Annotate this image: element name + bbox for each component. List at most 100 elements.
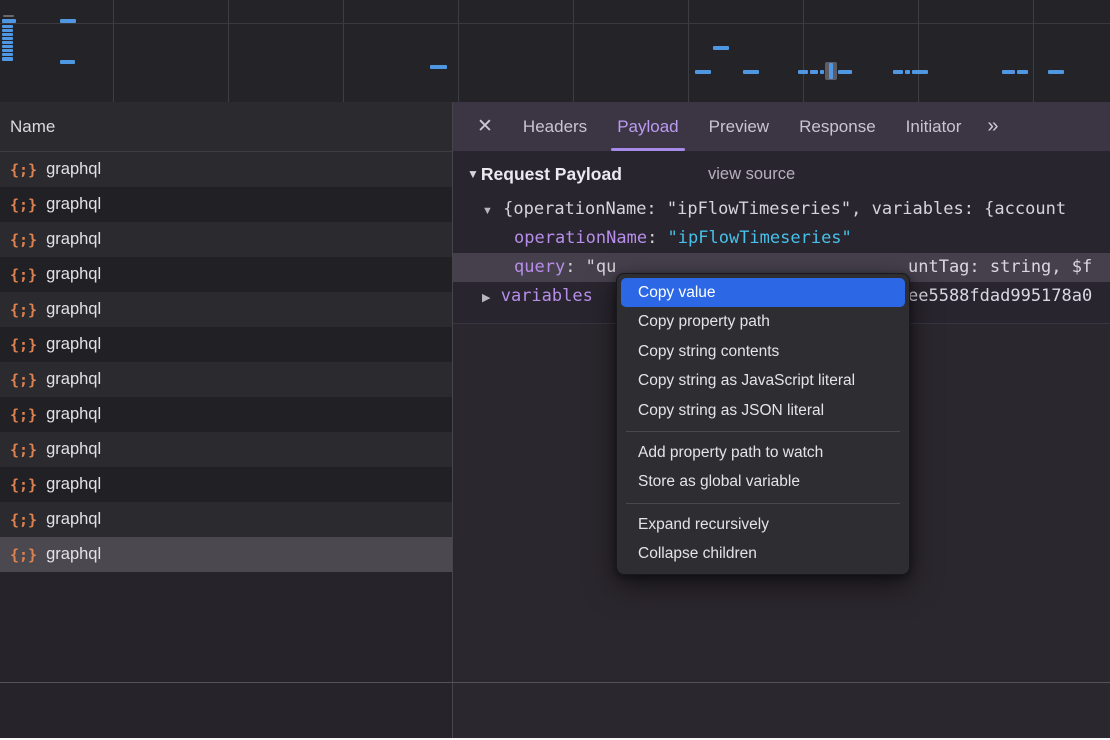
json-braces-icon: {;} [10, 301, 37, 319]
overview-request-bar [2, 53, 13, 56]
menu-item-copy-string-as-javascript-literal[interactable]: Copy string as JavaScript literal [621, 366, 905, 395]
overview-request-bar [798, 70, 808, 74]
overview-selected-tick [829, 63, 833, 79]
overview-request-bar [430, 65, 447, 69]
request-row[interactable]: {;} graphql [0, 362, 452, 397]
request-name: graphql [46, 475, 101, 494]
tab-initiator[interactable]: Initiator [906, 102, 962, 151]
overview-request-bar [2, 57, 13, 61]
request-name: graphql [46, 160, 101, 179]
view-source-link[interactable]: view source [708, 165, 795, 184]
tab-payload[interactable]: Payload [617, 102, 678, 151]
property-key: operationName [514, 228, 647, 248]
overview-gridline [573, 0, 574, 102]
request-row[interactable]: {;} graphql [0, 502, 452, 537]
request-row[interactable]: {;}graphql [0, 222, 452, 257]
request-row[interactable]: {;}graphql [0, 397, 452, 432]
section-title: Request Payload [481, 164, 622, 185]
request-name: graphql [46, 545, 101, 564]
json-braces-icon: {;} [10, 371, 37, 389]
name-column-header[interactable]: Name [10, 117, 55, 137]
overview-request-bar [1002, 70, 1015, 74]
menu-item-copy-string-as-json-literal[interactable]: Copy string as JSON literal [621, 396, 905, 425]
collapsed-triangle-icon[interactable]: ▶ [482, 284, 490, 311]
object-preview-text: {operationName: "ipFlowTimeseries", vari… [503, 199, 1066, 219]
tab-headers[interactable]: Headers [523, 102, 587, 151]
request-row[interactable]: {;} graphql [0, 292, 452, 327]
overview-request-bar [820, 70, 824, 74]
json-braces-icon: {;} [10, 441, 37, 459]
overview-request-bar [60, 60, 75, 64]
json-braces-icon: {;} [10, 336, 37, 354]
request-list: {;} graphql {;} graphql {;} graphql {;} graphql… [0, 152, 452, 572]
overview-request-bar [743, 70, 759, 74]
overview-request-bar [2, 19, 16, 23]
request-row[interactable]: {;} graphql [0, 327, 452, 362]
key-separator: : [565, 257, 585, 277]
request-name: graphql [46, 265, 101, 284]
menu-item-add-property-path-to-watch[interactable]: Add property path to watch [621, 438, 905, 467]
detail-tabbar: ✕ Headers Payload Preview Response Initiator… [453, 102, 1110, 151]
property-value-end: untTag: string, $f [908, 253, 1092, 282]
expanded-triangle-icon[interactable]: ▼ [482, 197, 493, 224]
property-key: query [514, 257, 565, 277]
request-payload-section: ▼ Request Payload view source [453, 159, 622, 189]
more-tabs-icon[interactable]: » [987, 115, 996, 138]
request-row[interactable]: {;} graphql [0, 152, 452, 187]
tab-response[interactable]: Response [799, 102, 876, 151]
property-value-string: "ipFlowTimeseries" [668, 228, 852, 248]
menu-item-store-as-global-variable[interactable]: Store as global variable [621, 467, 905, 496]
json-braces-icon: {;} [10, 161, 37, 179]
overview-request-bar [60, 19, 76, 23]
json-braces-icon: {;} [10, 266, 37, 284]
json-braces-icon: {;} [10, 546, 37, 564]
json-braces-icon: {;} [10, 231, 37, 249]
overview-gridline [343, 0, 344, 102]
overview-request-bar [2, 49, 13, 52]
menu-item-collapse-children[interactable]: Collapse children [621, 539, 905, 568]
request-name: graphql [46, 335, 101, 354]
request-row[interactable]: {;}graphql [0, 467, 452, 502]
overview-request-bar [713, 46, 729, 50]
menu-separator [626, 431, 900, 432]
request-name: graphql [46, 510, 101, 529]
overview-gridline [113, 0, 114, 102]
menu-item-copy-string-contents[interactable]: Copy string contents [621, 337, 905, 366]
menu-item-copy-value[interactable]: Copy value [621, 278, 905, 307]
request-row[interactable]: {;}graphql [0, 187, 452, 222]
context-menu: Copy valueCopy property pathCopy string … [616, 273, 910, 575]
section-collapse-icon[interactable]: ▼ [467, 167, 479, 181]
request-name: graphql [46, 405, 101, 424]
close-icon[interactable]: ✕ [477, 115, 493, 138]
overview-request-bar [905, 70, 910, 74]
overview-gridline [803, 0, 804, 102]
tree-row-object-preview[interactable]: ▼ {operationName: "ipFlowTimeseries", va… [453, 195, 1110, 224]
overview-request-bar [838, 70, 852, 74]
overview-request-bar [2, 41, 13, 44]
property-key: variables [501, 286, 593, 306]
overview-gray-bar [3, 15, 14, 17]
network-overview-timeline[interactable] [0, 0, 1110, 103]
overview-gridline [918, 0, 919, 102]
request-row[interactable]: {;}graphql [0, 432, 452, 467]
overview-request-bar [810, 70, 818, 74]
tree-row-operation-name[interactable]: operationName: "ipFlowTimeseries" [453, 224, 1110, 253]
request-row[interactable]: {;} graphql [0, 257, 452, 292]
request-name: graphql [46, 370, 101, 389]
overview-request-bar [1017, 70, 1028, 74]
menu-item-copy-property-path[interactable]: Copy property path [621, 307, 905, 336]
menu-item-expand-recursively[interactable]: Expand recursively [621, 510, 905, 539]
menu-separator [626, 503, 900, 504]
tab-preview[interactable]: Preview [709, 102, 769, 151]
request-list-empty-area [0, 572, 452, 738]
request-row[interactable]: {;} graphql [0, 537, 452, 572]
property-value-start: "qu [586, 257, 617, 277]
overview-request-bar [2, 29, 13, 32]
json-braces-icon: {;} [10, 511, 37, 529]
request-name: graphql [46, 300, 101, 319]
overview-gridline [458, 0, 459, 102]
overview-gridline [1033, 0, 1034, 102]
overview-request-bar [893, 70, 903, 74]
request-list-header[interactable]: Name [0, 102, 452, 152]
devtools-network-panel: Name ✕ Headers Payload Preview Response Init… [0, 0, 1110, 740]
